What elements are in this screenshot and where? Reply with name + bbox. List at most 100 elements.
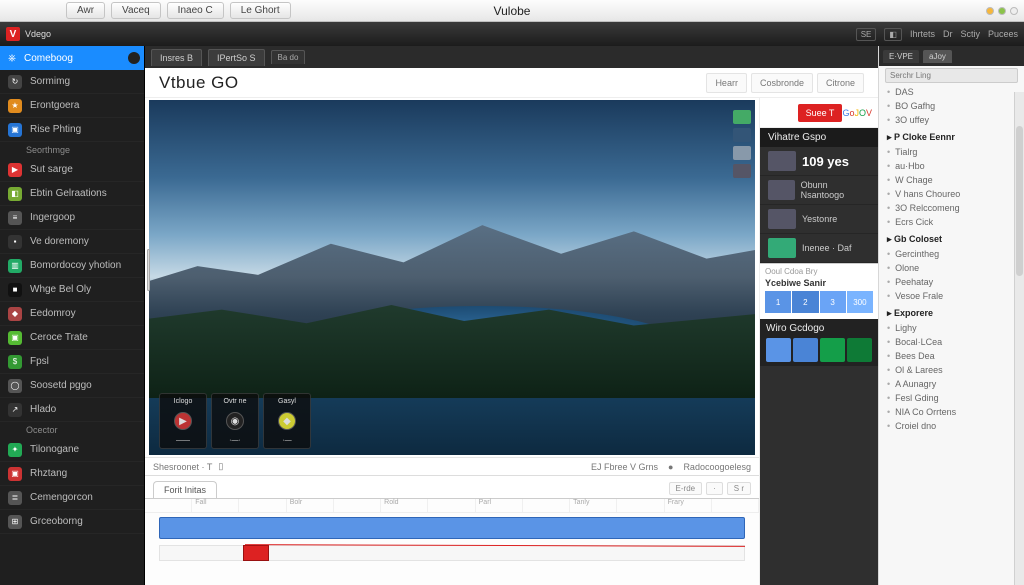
timeline-ruler: FallBolrRoldParlTanlyFrary [145, 499, 759, 513]
preview-thumb-2[interactable] [733, 146, 751, 160]
bullet-icon: • [887, 323, 890, 333]
inspector-group-header: ▸ Gb Coloset [879, 232, 1024, 247]
inspector-item[interactable]: •A Aunagry [879, 377, 1024, 391]
stat-row-2[interactable]: Yestonre [760, 205, 878, 234]
sidebar-item-4[interactable]: ◧Ebtin Gelraations [0, 182, 144, 206]
accent-button[interactable]: Suee T [798, 104, 843, 122]
sidebar-label: Erontgoera [30, 100, 79, 111]
timeline-clip-video[interactable] [159, 517, 745, 539]
inspector-item[interactable]: •W Chage [879, 173, 1024, 187]
menu-item-2[interactable]: Vaceq [111, 2, 161, 19]
video-preview[interactable]: Iclogo▶——Ovtr ne◉·—·Gasyl◆·— [149, 100, 755, 455]
app-brand[interactable]: V Vdego [6, 27, 51, 41]
inspector-item[interactable]: •au·Hbo [879, 159, 1024, 173]
toolbar-link-1[interactable]: Ihrtets [910, 29, 935, 39]
inspector-item[interactable]: •3O uffey [879, 113, 1024, 127]
swatch-0[interactable] [766, 338, 791, 362]
inspector-item[interactable]: •V hans Choureo [879, 187, 1024, 201]
sidebar-item-15[interactable]: ▣Rhztang [0, 462, 144, 486]
tl-btn-2[interactable]: · [706, 482, 723, 495]
sidebar-item-2[interactable]: ▣Rise Phting [0, 118, 144, 142]
sidebar-item-1[interactable]: ★Erontgoera [0, 94, 144, 118]
menu-item-1[interactable]: Awr [66, 2, 105, 19]
nav-btn-1[interactable]: Hearr [706, 73, 747, 93]
sidebar-item-11[interactable]: $Fpsl [0, 350, 144, 374]
inspector-item[interactable]: •Ecrs Cick [879, 215, 1024, 229]
nav-btn-3[interactable]: Citrone [817, 73, 864, 93]
inspector-item[interactable]: •Lighy [879, 321, 1024, 335]
inspector-item[interactable]: •NIA Co Orrtens [879, 405, 1024, 419]
timeline-tab-active[interactable]: Forit Initas [153, 481, 217, 498]
inspector-item[interactable]: •Croiel dno [879, 419, 1024, 433]
menu-item-4[interactable]: Le Ghort [230, 2, 291, 19]
sidebar-item-12[interactable]: ◯Soosetd pggo [0, 374, 144, 398]
sidebar-sub[interactable]: Seorthmge [0, 142, 144, 158]
toolbar-link-4[interactable]: Pucees [988, 29, 1018, 39]
sidebar-icon: ■ [8, 283, 22, 297]
sidebar-item-7[interactable]: ▥Bomordocoy yhotion [0, 254, 144, 278]
inspector-item[interactable]: •Fesl Gding [879, 391, 1024, 405]
preview-card-0[interactable]: Iclogo▶—— [159, 393, 207, 449]
toolbar-link-2[interactable]: Dr [943, 29, 953, 39]
sidebar-item-3[interactable]: ▶Sut sarge [0, 158, 144, 182]
sidebar-item-primary[interactable]: ⎈ Comeboog [0, 46, 144, 70]
inspector-item[interactable]: •DAS [879, 85, 1024, 99]
inspector-item[interactable]: •Tialrg [879, 145, 1024, 159]
inspector-item[interactable]: •Gercintheg [879, 247, 1024, 261]
stat-thumb-icon [768, 151, 796, 171]
sidebar-sub[interactable]: Ocector [0, 422, 144, 438]
param-cell-3[interactable]: 300 [847, 291, 873, 313]
sidebar-item-16[interactable]: ≣Cemengorcon [0, 486, 144, 510]
inspector-item[interactable]: •Olone [879, 261, 1024, 275]
inspector-item[interactable]: •Ol & Larees [879, 363, 1024, 377]
preview-thumb-0[interactable] [733, 110, 751, 124]
inspector-item[interactable]: •Bees Dea [879, 349, 1024, 363]
tab-1[interactable]: Insres B [151, 49, 202, 66]
inspector-item[interactable]: •Bocal·LCea [879, 335, 1024, 349]
sidebar-item-13[interactable]: ↗Hlado [0, 398, 144, 422]
preview-card-1[interactable]: Ovtr ne◉·—· [211, 393, 259, 449]
nav-btn-2[interactable]: Cosbronde [751, 73, 813, 93]
scrollbar-thumb[interactable] [1016, 126, 1023, 276]
swatch-3[interactable] [847, 338, 872, 362]
inspector-item[interactable]: •Vesoe Frale [879, 289, 1024, 303]
sidebar-item-17[interactable]: ⊞Grceoborng [0, 510, 144, 534]
timeline-clip-marker[interactable] [243, 545, 269, 561]
inspector-item[interactable]: •3O Relccomeng [879, 201, 1024, 215]
inspector-item[interactable]: •Peehatay [879, 275, 1024, 289]
sidebar-item-10[interactable]: ▣Ceroce Trate [0, 326, 144, 350]
param-cell-0[interactable]: 1 [765, 291, 791, 313]
inspector-search[interactable]: Serchr Ling [885, 68, 1018, 83]
preview-thumb-1[interactable] [733, 128, 751, 142]
sidebar-item-14[interactable]: ✦Tilonogane [0, 438, 144, 462]
sidebar-item-9[interactable]: ◆Eedomroy [0, 302, 144, 326]
toolbar-pill-2[interactable]: ◧ [884, 28, 902, 41]
stat-row-3[interactable]: Inenee · Daf [760, 234, 878, 263]
tl-btn-3[interactable]: S r [727, 482, 751, 495]
sidebar-item-5[interactable]: ≡Ingergoop [0, 206, 144, 230]
scrollbar[interactable] [1014, 92, 1024, 585]
window-controls[interactable] [986, 7, 1018, 15]
sidebar-item-8[interactable]: ■Whge Bel Oly [0, 278, 144, 302]
tab-2[interactable]: IPertSo S [208, 49, 265, 66]
preview-card-2[interactable]: Gasyl◆·— [263, 393, 311, 449]
menu-item-3[interactable]: Inaeo C [167, 2, 224, 19]
sidebar-item-6[interactable]: ▪Ve doremony [0, 230, 144, 254]
toolbar-link-3[interactable]: Sctiy [960, 29, 980, 39]
toolbar-pill-1[interactable]: SE [856, 28, 877, 41]
tab-3[interactable]: Ba do [271, 50, 306, 64]
stat-row-1[interactable]: Obunn Nsantoogo [760, 176, 878, 205]
preview-thumb-3[interactable] [733, 164, 751, 178]
param-cell-1[interactable]: 2 [792, 291, 818, 313]
inspector-tab-1[interactable]: E·VPE [883, 50, 919, 63]
inspector-tab-2[interactable]: aJoy [923, 50, 952, 63]
param-cell-2[interactable]: 3 [820, 291, 846, 313]
tl-btn-1[interactable]: E-rde [669, 482, 703, 495]
splitter-handle[interactable] [147, 249, 150, 291]
inspector-item[interactable]: •BO Gafhg [879, 99, 1024, 113]
sidebar-label: Sut sarge [30, 164, 73, 175]
swatch-2[interactable] [820, 338, 845, 362]
swatch-1[interactable] [793, 338, 818, 362]
sidebar-item-0[interactable]: ↻Sormimg [0, 70, 144, 94]
timeline-tracks[interactable]: FallBolrRoldParlTanlyFrary [145, 498, 759, 585]
